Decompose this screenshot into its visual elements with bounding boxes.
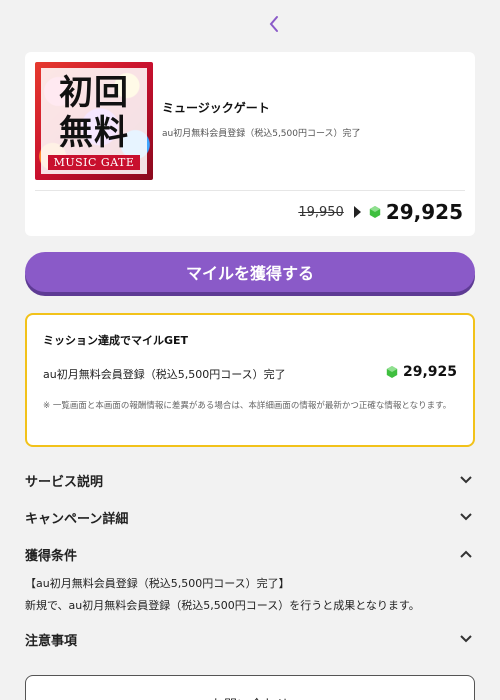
mission-points: 29,925 (386, 364, 457, 380)
chevron-up-icon (460, 550, 472, 558)
mission-box: ミッション達成でマイルGET au初月無料会員登録（税込5,500円コース）完了… (25, 313, 475, 447)
accordion-label: 注意事項 (25, 633, 78, 649)
mission-note: ※ 一覧画面と本画面の報酬情報に差異がある場合は、本詳細画面の情報が最新かつ正確… (43, 401, 452, 411)
accordion-notes[interactable]: 注意事項 (25, 627, 475, 651)
mission-points-value: 29,925 (402, 364, 457, 380)
price-old: 19,950 (298, 204, 344, 220)
chevron-left-icon (269, 16, 278, 32)
divider (35, 190, 465, 191)
offer-subtitle: au初月無料会員登録（税込5,500円コース）完了 (162, 129, 361, 139)
chevron-down-icon (460, 476, 472, 484)
accordion-label: サービス説明 (25, 474, 104, 490)
thumbnail-line1: 初回 (59, 72, 129, 113)
accordion-service[interactable]: サービス説明 (25, 468, 475, 492)
price-new: 29,925 (385, 200, 463, 224)
offer-thumbnail: 初回 無料 MUSIC GATE (35, 62, 153, 180)
offer-title: ミュージックゲート (162, 101, 270, 115)
mission-title: ミッション達成でマイルGET (43, 334, 189, 347)
accordion-conditions[interactable]: 獲得条件 (25, 542, 475, 566)
conditions-line2: 新規で、au初月無料会員登録（税込5,500円コース）を行うと成果となります。 (25, 599, 420, 612)
contact-button[interactable]: お問い合わせ (25, 675, 475, 700)
arrow-right-icon (353, 206, 361, 218)
back-button[interactable] (264, 12, 284, 36)
conditions-line1: 【au初月無料会員登録（税込5,500円コース）完了】 (25, 577, 290, 590)
thumbnail-line2: 無料 (59, 112, 129, 153)
gem-icon (369, 206, 381, 218)
mission-desc: au初月無料会員登録（税込5,500円コース）完了 (43, 368, 286, 381)
accordion-label: 獲得条件 (25, 548, 78, 564)
thumbnail-logo: MUSIC GATE (47, 154, 141, 170)
price-row: 19,950 29,925 (298, 200, 463, 224)
accordion-label: キャンペーン詳細 (25, 511, 129, 527)
offer-card: 初回 無料 MUSIC GATE ミュージックゲート au初月無料会員登録（税込… (25, 52, 475, 236)
chevron-down-icon (460, 513, 472, 521)
chevron-down-icon (460, 635, 472, 643)
accordion-campaign[interactable]: キャンペーン詳細 (25, 505, 475, 529)
gem-icon (386, 366, 398, 378)
get-miles-button[interactable]: マイルを獲得する (25, 252, 475, 292)
